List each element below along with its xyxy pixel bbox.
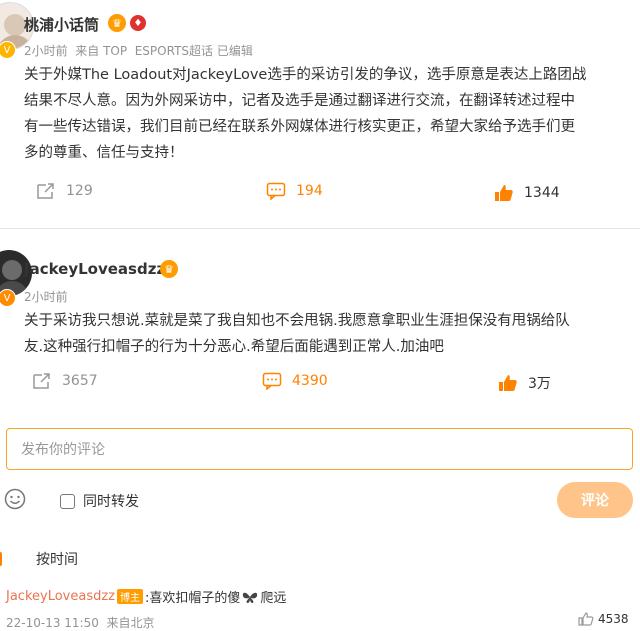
- butterfly-emoji-icon: [243, 592, 258, 603]
- post1-line-1: 关于外媒The Loadout对JackeyLove选手的采访引发的争议，选手原…: [24, 67, 587, 83]
- post2-comment-button[interactable]: 4390: [262, 372, 328, 390]
- repost-checkbox[interactable]: [60, 493, 75, 509]
- post1-line-2: 结果不尽人意。因为外网采访中，记者及选手是通过翻译进行交流，在翻译转述过程中: [24, 93, 575, 109]
- post1-body: 关于外媒The Loadout对JackeyLove选手的采访引发的争议，选手原…: [24, 62, 634, 166]
- post2-meta: 2小时前: [24, 290, 68, 304]
- comment-icon: [266, 182, 286, 200]
- emoji-icon: [4, 488, 26, 510]
- post2-comment-count: 4390: [292, 373, 328, 389]
- post2-line-2: 友.这种强行扣帽子的行为十分恶心.希望后面能遇到正常人.加油吧: [24, 339, 444, 355]
- comment-row: JackeyLoveasdzz 博主 :喜欢扣帽子的傻 爬远: [6, 587, 286, 606]
- comment-input-box[interactable]: [6, 428, 633, 470]
- post1-meta: 2小时前 来自 TOP ESPORTS超话 已编辑: [24, 44, 253, 58]
- post1-line-4: 多的尊重、信任与支持！: [24, 145, 184, 161]
- repost-checkbox-label: 同时转发: [83, 494, 139, 510]
- thumbs-up-icon: [499, 375, 517, 391]
- post1-like-button[interactable]: 1344: [494, 184, 560, 202]
- comment-text-end: 爬远: [260, 591, 287, 606]
- post2-repost-count: 3657: [62, 373, 98, 389]
- comment-like-button[interactable]: 4538: [578, 612, 629, 626]
- post2-like-count: 3万: [528, 376, 551, 392]
- post2-author-name[interactable]: JackeyLoveasdzz: [24, 260, 165, 278]
- fan-badge-icon[interactable]: ♦: [130, 15, 146, 31]
- sort-by-time-tab[interactable]: 按时间: [36, 549, 78, 569]
- comment-icon: [262, 372, 282, 390]
- vip-crown-icon[interactable]: ♛: [160, 260, 178, 278]
- thumbs-up-icon: [495, 185, 513, 201]
- repost-checkbox-group[interactable]: 同时转发: [60, 491, 139, 511]
- verified-badge-icon: V: [0, 41, 16, 59]
- comment-like-count: 4538: [598, 612, 629, 626]
- comment-meta: 22-10-13 11:50 来自北京: [6, 616, 155, 630]
- post1-repost-count: 129: [66, 183, 93, 199]
- post1-like-count: 1344: [524, 185, 560, 201]
- post1-comment-count: 194: [296, 183, 323, 199]
- post1-repost-button[interactable]: 129: [36, 182, 93, 200]
- comment-text: :喜欢扣帽子的傻: [145, 591, 241, 606]
- post2-body: 关于采访我只想说.菜就是菜了我自知也不会甩锅.我愿意拿职业生涯担保没有甩锅给队 …: [24, 308, 634, 360]
- verified-badge-icon: V: [0, 289, 16, 307]
- post2-repost-button[interactable]: 3657: [32, 372, 98, 390]
- sort-indicator: [0, 552, 2, 566]
- repost-icon: [37, 183, 54, 199]
- post2-like-button[interactable]: 3万: [498, 373, 551, 393]
- post2-line-1: 关于采访我只想说.菜就是菜了我自知也不会甩锅.我愿意拿职业生涯担保没有甩锅给队: [24, 313, 570, 329]
- emoji-button[interactable]: [4, 488, 26, 514]
- post-divider: [0, 228, 640, 229]
- post1-comment-button[interactable]: 194: [266, 182, 323, 200]
- post1-author-name[interactable]: 桃浦小话筒: [24, 14, 99, 35]
- submit-comment-button[interactable]: 评论: [557, 482, 633, 518]
- repost-icon: [33, 373, 50, 389]
- vip-crown-icon[interactable]: ♛: [108, 14, 126, 32]
- blogger-tag: 博主: [117, 589, 144, 604]
- post1-line-3: 有一些传达错误，我们目前已经在联系外网媒体进行核实更正，希望大家给予选手们更: [24, 119, 575, 135]
- comment-input[interactable]: [19, 441, 624, 459]
- comment-user-name[interactable]: JackeyLoveasdzz: [6, 589, 115, 604]
- thumbs-up-outline-icon: [578, 612, 594, 626]
